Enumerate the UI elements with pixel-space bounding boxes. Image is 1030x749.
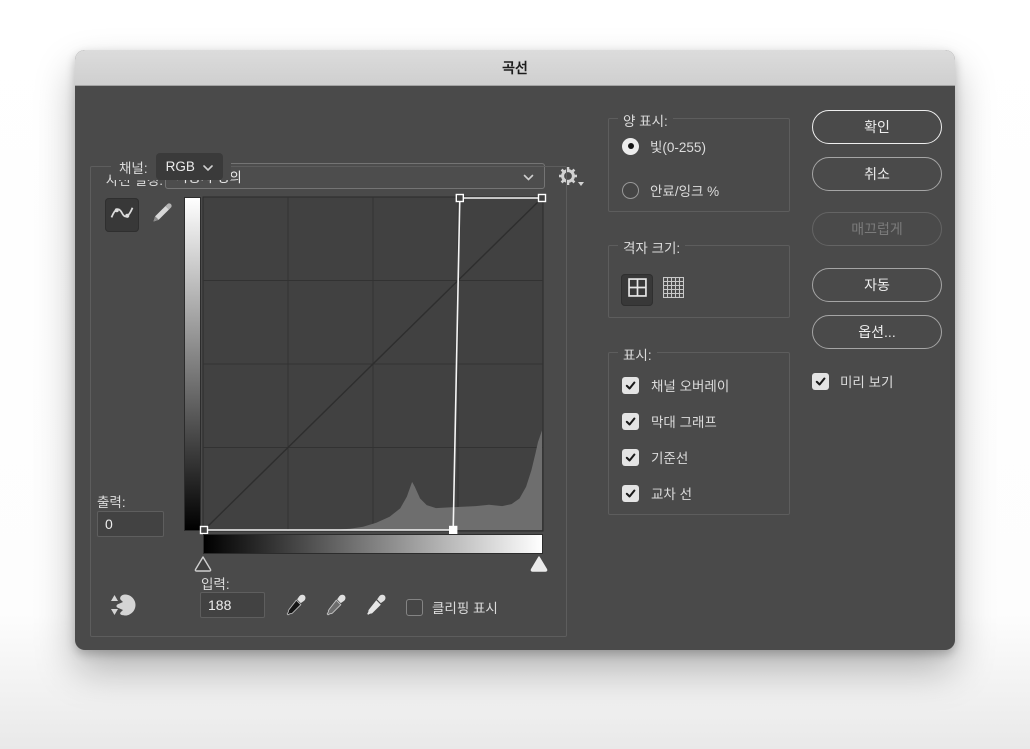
chevron-down-icon	[203, 159, 213, 174]
output-input[interactable]: 0	[97, 511, 164, 537]
cancel-button[interactable]: 취소	[812, 157, 942, 191]
check-icon	[624, 415, 637, 428]
white-point-slider[interactable]	[529, 555, 549, 573]
channel-label: 채널:	[119, 157, 148, 177]
curve-point[interactable]	[456, 195, 463, 202]
simple-grid-icon	[628, 278, 647, 302]
curve-point-icon	[108, 199, 136, 232]
input-input[interactable]: 188	[200, 592, 265, 618]
curve-plot[interactable]	[203, 197, 543, 531]
channel-row: 채널: RGB	[111, 153, 231, 180]
show-options-legend: 표시:	[618, 344, 657, 364]
histogram-label: 막대 그래프	[651, 411, 717, 431]
white-point-eyedropper[interactable]	[364, 593, 388, 617]
preview-label: 미리 보기	[840, 371, 893, 391]
curve-point-selected[interactable]	[450, 527, 457, 534]
show-clipping-checkbox[interactable]	[406, 599, 423, 616]
input-label: 입력:	[201, 573, 230, 593]
auto-button[interactable]: 자동	[812, 268, 942, 302]
output-gradient-bar	[184, 197, 201, 531]
pencil-icon	[149, 200, 175, 231]
check-icon	[624, 451, 637, 464]
detailed-grid-icon	[663, 277, 684, 303]
pigment-ink-radio[interactable]	[622, 182, 639, 199]
show-amounts-group: 양 표시: 빛(0-255) 안료/잉크 %	[608, 118, 790, 212]
output-value: 0	[105, 516, 113, 532]
black-point-slider[interactable]	[193, 555, 213, 573]
dialog-titlebar[interactable]: 곡선	[75, 50, 955, 86]
channel-overlays-checkbox[interactable]	[622, 377, 639, 394]
show-clipping-label: 클리핑 표시	[432, 597, 498, 617]
intersection-line-label: 교차 선	[651, 483, 692, 503]
curves-dialog: 곡선 사전 설정: 사용자 정의 채널:	[75, 50, 955, 650]
options-button[interactable]: 옵션...	[812, 315, 942, 349]
channel-dropdown[interactable]: RGB	[156, 153, 223, 180]
input-value: 188	[208, 597, 231, 613]
black-point-eyedropper[interactable]	[284, 593, 308, 617]
baseline-checkbox[interactable]	[622, 449, 639, 466]
check-icon	[624, 379, 637, 392]
curve-editor-group: 채널: RGB	[90, 166, 567, 637]
show-options-group: 표시: 채널 오버레이 막대 그래프 기준선 교차 선	[608, 352, 790, 515]
baseline-label: 기준선	[651, 447, 688, 467]
light-radio[interactable]	[622, 138, 639, 155]
draw-curve-tool-button[interactable]	[145, 198, 179, 232]
targeted-adjustment-icon	[107, 591, 137, 619]
gray-point-eyedropper[interactable]	[324, 593, 348, 617]
curve-point[interactable]	[539, 195, 546, 202]
smooth-button: 매끄럽게	[812, 212, 942, 246]
edit-points-tool-button[interactable]	[105, 198, 139, 232]
output-label: 출력:	[97, 491, 126, 511]
channel-value: RGB	[166, 159, 195, 174]
curve-point[interactable]	[201, 527, 208, 534]
detailed-grid-button[interactable]	[661, 279, 685, 301]
grid-size-group: 격자 크기:	[608, 245, 790, 318]
channel-overlays-label: 채널 오버레이	[651, 375, 729, 395]
dialog-title: 곡선	[502, 58, 528, 78]
targeted-adjustment-button[interactable]	[107, 591, 139, 619]
simple-grid-button[interactable]	[621, 274, 653, 306]
pigment-ink-radio-label: 안료/잉크 %	[650, 180, 719, 200]
grid-size-legend: 격자 크기:	[618, 237, 685, 257]
check-icon	[814, 375, 827, 388]
light-radio-label: 빛(0-255)	[650, 136, 706, 156]
show-amounts-legend: 양 표시:	[618, 110, 673, 130]
input-gradient-bar	[203, 534, 543, 554]
histogram-checkbox[interactable]	[622, 413, 639, 430]
preview-checkbox[interactable]	[812, 373, 829, 390]
ok-button[interactable]: 확인	[812, 110, 942, 144]
intersection-line-checkbox[interactable]	[622, 485, 639, 502]
check-icon	[624, 487, 637, 500]
